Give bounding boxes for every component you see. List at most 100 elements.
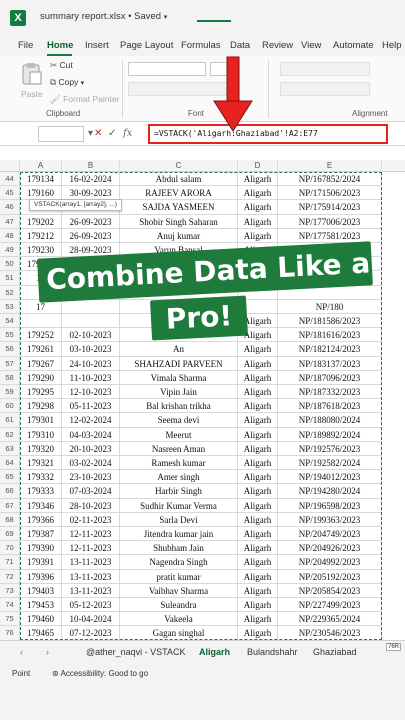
cell-name[interactable]: Seema devi [120, 413, 238, 428]
row-number[interactable]: 45 [0, 186, 20, 201]
cell-name[interactable]: Vimala Sharma [120, 370, 238, 385]
cell-id[interactable]: 179346 [20, 498, 62, 513]
cell-id[interactable]: 179453 [20, 598, 62, 613]
cell-date[interactable]: 07-12-2023 [62, 626, 120, 640]
row-number[interactable]: 69 [0, 527, 20, 542]
font-name-box[interactable] [128, 62, 206, 76]
cell-id[interactable]: 179261 [20, 342, 62, 357]
cell-reference[interactable]: NP/183137/2023 [278, 356, 382, 371]
tab-view[interactable]: View [301, 40, 321, 51]
row-number[interactable]: 74 [0, 598, 20, 613]
cell-id[interactable]: 179212 [20, 228, 62, 243]
cell-reference[interactable]: NP/205854/2023 [278, 583, 382, 598]
cell-city[interactable]: Aligarh [238, 200, 278, 215]
cell-name[interactable]: Suleandra [120, 598, 238, 613]
cell-date[interactable]: 02-11-2023 [62, 512, 120, 527]
cell-city[interactable]: Aligarh [238, 214, 278, 229]
cell-name[interactable]: pratit kumar [120, 569, 238, 584]
cell-name[interactable]: Meerut [120, 427, 238, 442]
cell-city[interactable]: Aligarh [238, 413, 278, 428]
tab-automate[interactable]: Automate [333, 40, 374, 51]
cell-date[interactable]: 11-10-2023 [62, 370, 120, 385]
row-number[interactable]: 56 [0, 342, 20, 357]
cell-date[interactable]: 26-09-2023 [62, 214, 120, 229]
column-header-c[interactable]: C [120, 160, 238, 172]
cell-name[interactable]: SHAHZADI PARVEEN [120, 356, 238, 371]
cell-city[interactable]: Aligarh [238, 512, 278, 527]
column-header-e[interactable]: E [278, 160, 382, 172]
row-number[interactable]: 58 [0, 370, 20, 385]
tab-help[interactable]: Help [382, 40, 402, 51]
cell-id[interactable]: 179320 [20, 441, 62, 456]
cell-date[interactable]: 13-11-2023 [62, 555, 120, 570]
cell-name[interactable]: Nagendra Singh [120, 555, 238, 570]
cell-city[interactable]: Aligarh [238, 385, 278, 400]
row-number[interactable]: 50 [0, 257, 20, 272]
row-number[interactable]: 52 [0, 285, 20, 300]
tab-data[interactable]: Data [230, 40, 250, 51]
cell-city[interactable]: Aligarh [238, 626, 278, 640]
cell-city[interactable]: Aligarh [238, 370, 278, 385]
column-header-b[interactable]: B [62, 160, 120, 172]
tab-page-layout[interactable]: Page Layout [120, 40, 173, 51]
cell-reference[interactable]: NP/192576/2023 [278, 441, 382, 456]
row-number[interactable]: 46 [0, 200, 20, 215]
cell-reference[interactable]: NP/171506/2023 [278, 186, 382, 201]
cell-city[interactable]: Aligarh [238, 569, 278, 584]
cell-city[interactable]: Aligarh [238, 186, 278, 201]
cell-name[interactable]: Vakeela [120, 612, 238, 627]
cell-city[interactable]: Aligarh [238, 598, 278, 613]
cell-id[interactable]: 179202 [20, 214, 62, 229]
cell-city[interactable]: Aligarh [238, 555, 278, 570]
cell-id[interactable]: 179396 [20, 569, 62, 584]
cell-id[interactable]: 179310 [20, 427, 62, 442]
cell-name[interactable]: Gagan singhal [120, 626, 238, 640]
cell-name[interactable]: SAJDA YASMEEN [120, 200, 238, 215]
row-number[interactable]: 55 [0, 328, 20, 343]
cell-date[interactable]: 04-03-2024 [62, 427, 120, 442]
accessibility-status[interactable]: ⊛ Accessibility: Good to go [52, 669, 148, 678]
cell-city[interactable]: Aligarh [238, 172, 278, 187]
cell-reference[interactable]: NP/204992/2023 [278, 555, 382, 570]
row-number[interactable]: 59 [0, 385, 20, 400]
cell-date[interactable]: 05-12-2023 [62, 598, 120, 613]
cell-id[interactable]: 179298 [20, 399, 62, 414]
cell-date[interactable]: 07-03-2024 [62, 484, 120, 499]
cell-reference[interactable]: NP/196598/2023 [278, 498, 382, 513]
cell-date[interactable]: 13-11-2023 [62, 583, 120, 598]
cell-date[interactable]: 05-11-2023 [62, 399, 120, 414]
row-number[interactable]: 65 [0, 470, 20, 485]
row-number[interactable]: 67 [0, 498, 20, 513]
tab-insert[interactable]: Insert [85, 40, 109, 51]
cell-reference[interactable]: NP/188080/2024 [278, 413, 382, 428]
cell-date[interactable]: 28-10-2023 [62, 498, 120, 513]
cell-reference[interactable]: NP/187332/2023 [278, 385, 382, 400]
cell-name[interactable]: Anuj kumar [120, 228, 238, 243]
cell-id[interactable]: 179333 [20, 484, 62, 499]
cell-name[interactable]: Vipin Jain [120, 385, 238, 400]
row-number[interactable]: 70 [0, 541, 20, 556]
cell-id[interactable]: 179387 [20, 527, 62, 542]
cell-date[interactable]: 12-02-2024 [62, 413, 120, 428]
cell-name[interactable]: Shubham Jain [120, 541, 238, 556]
cell-city[interactable]: Aligarh [238, 342, 278, 357]
row-number[interactable]: 61 [0, 413, 20, 428]
cell-reference[interactable]: NP/227499/2023 [278, 598, 382, 613]
cell-name[interactable]: Abdul salam [120, 172, 238, 187]
row-number[interactable]: 57 [0, 356, 20, 371]
scroll-left-icon[interactable]: ‹ [20, 647, 23, 657]
sheet-tab-bulandshahr[interactable]: Bulandshahr [247, 647, 298, 657]
cell-reference[interactable]: NP/204926/2023 [278, 541, 382, 556]
confirm-icon[interactable]: ✓ [108, 128, 116, 139]
cell-id[interactable]: 179390 [20, 541, 62, 556]
cell-reference[interactable]: NP/167852/2024 [278, 172, 382, 187]
sheet-tab-aligarh[interactable]: Aligarh [199, 647, 230, 657]
row-number[interactable]: 62 [0, 427, 20, 442]
cell-city[interactable]: Aligarh [238, 356, 278, 371]
cell-date[interactable]: 12-11-2023 [62, 527, 120, 542]
column-header-d[interactable]: D [238, 160, 278, 172]
cell-name[interactable]: Amer singh [120, 470, 238, 485]
cell-date[interactable]: 20-10-2023 [62, 441, 120, 456]
cell-city[interactable]: Aligarh [238, 527, 278, 542]
cell-id[interactable]: 179295 [20, 385, 62, 400]
